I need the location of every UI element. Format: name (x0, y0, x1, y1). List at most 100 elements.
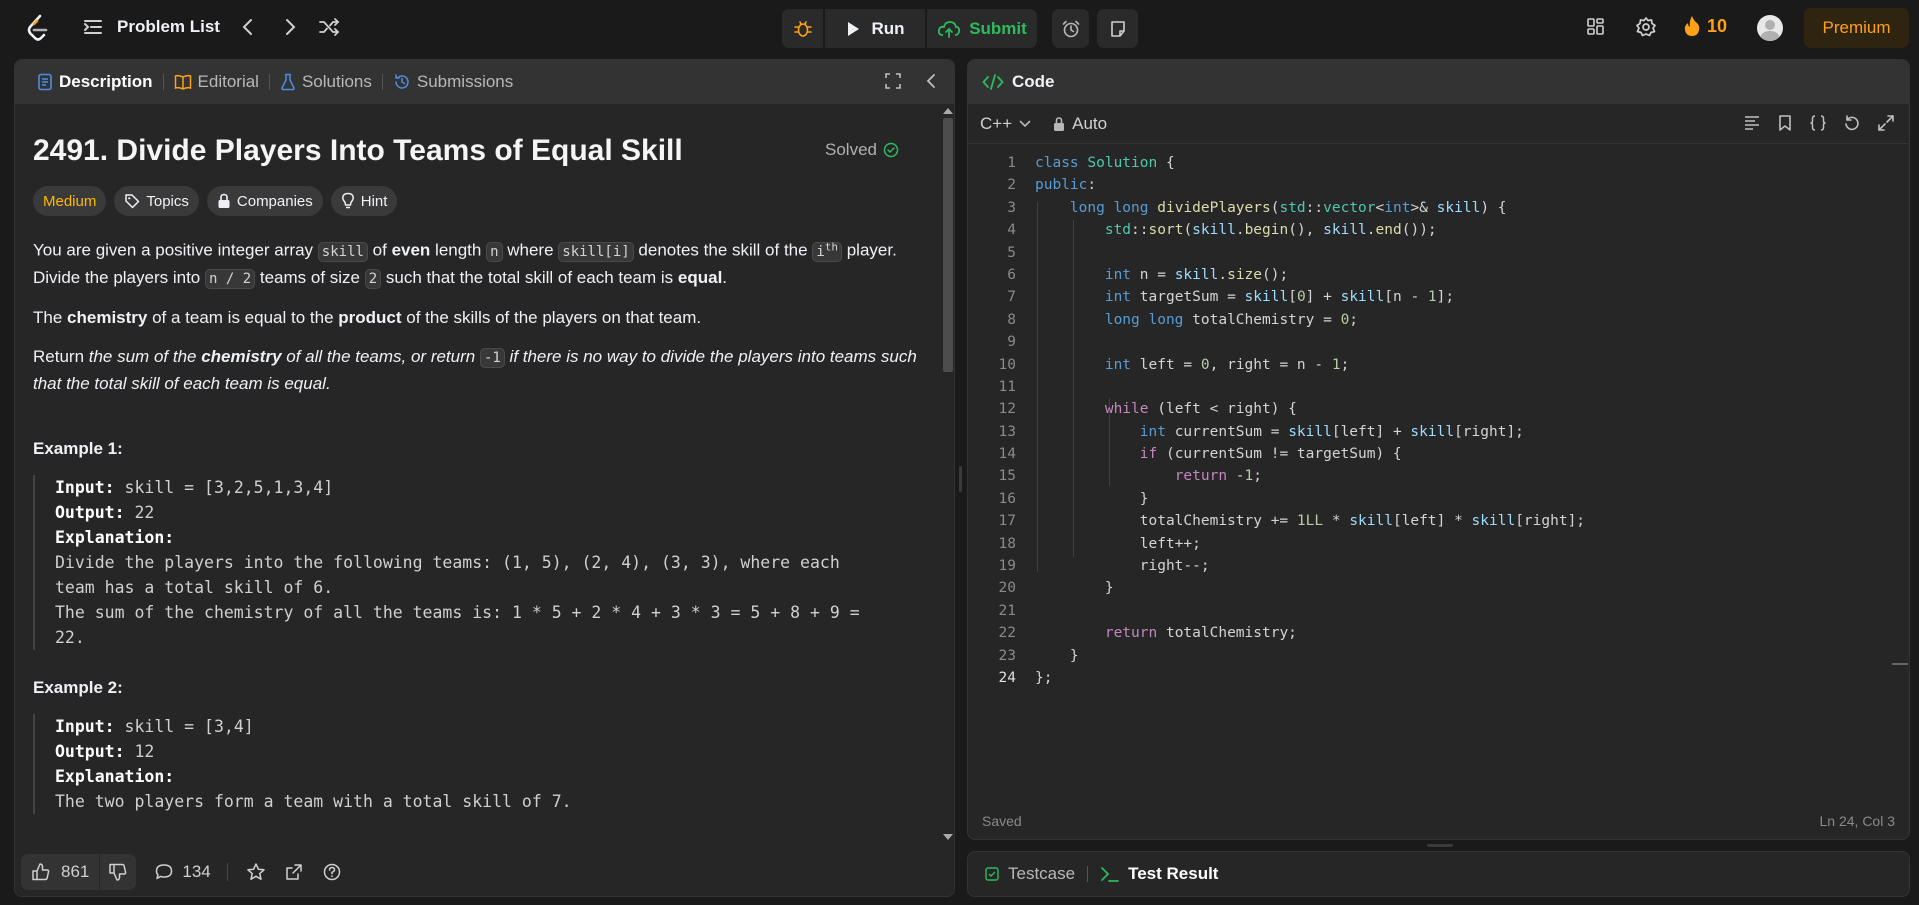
scroll-down-arrow[interactable] (943, 834, 953, 840)
tab-test-result-label: Test Result (1128, 864, 1219, 883)
run-button[interactable]: Run (825, 9, 925, 48)
tab-editorial-label: Editorial (197, 72, 259, 91)
collapse-icon[interactable] (924, 72, 938, 90)
inline-code: 2 (364, 268, 382, 289)
code-line: 3 long long dividePlayers(std::vector<in… (1007, 199, 1507, 216)
thumbs-down-icon (108, 862, 128, 882)
braces-icon[interactable] (1809, 114, 1827, 132)
description-scrollbar[interactable] (939, 106, 954, 846)
flame-icon (1683, 15, 1701, 37)
example-block: Input: skill = [3,2,5,1,3,4] Output: 22 … (33, 474, 921, 650)
example-heading: Example 2: (33, 677, 123, 697)
example-heading: Example 1: (33, 438, 123, 458)
format-lines-icon[interactable] (1743, 114, 1761, 132)
streak-counter[interactable]: 10 (1683, 15, 1727, 37)
code-line: 21 (998, 602, 1016, 619)
tab-description-label: Description (59, 72, 153, 91)
tab-divider (381, 74, 383, 90)
example-block: Input: skill = [3,4] Output: 12 Explanat… (33, 713, 921, 814)
auto-mode-toggle[interactable]: Auto (1052, 114, 1107, 134)
premium-button[interactable]: Premium (1804, 8, 1909, 48)
tag-icon (124, 193, 140, 209)
topics-label: Topics (146, 192, 189, 210)
hint-chip[interactable]: Hint (330, 186, 398, 216)
code-line: 15 return -1; (998, 468, 1263, 485)
code-line: 22 return totalChemistry; (998, 625, 1297, 642)
tab-testcase[interactable]: Testcase (984, 864, 1075, 884)
code-panel-title: Code (1012, 72, 1055, 91)
code-editor[interactable]: 1 class Solution { 2 public: 3 long long d… (968, 152, 1893, 772)
comment-count: 134 (182, 862, 211, 881)
submit-button[interactable]: Submit (927, 9, 1037, 48)
bookmark-icon[interactable] (1777, 114, 1793, 132)
layout-grid-icon[interactable] (1586, 17, 1606, 37)
scroll-position-marker (1892, 663, 1908, 665)
language-select[interactable]: C++ (980, 114, 1032, 134)
tab-submissions[interactable]: Submissions (387, 60, 519, 104)
dislike-button[interactable] (99, 854, 136, 890)
debug-button[interactable] (782, 9, 823, 48)
flask-icon (280, 73, 296, 91)
avatar[interactable] (1757, 15, 1783, 41)
next-problem-icon[interactable] (280, 16, 300, 38)
prev-problem-icon[interactable] (238, 16, 258, 38)
vote-group: 861 (21, 854, 137, 890)
code-line-current: 24}; (998, 669, 1053, 686)
tab-testcase-label: Testcase (1008, 864, 1076, 883)
tab-divider (1087, 866, 1089, 882)
code-line: 23 } (998, 647, 1079, 664)
share-button[interactable] (284, 862, 304, 882)
tab-solutions[interactable]: Solutions (274, 60, 378, 104)
share-icon (284, 862, 304, 882)
code-line: 11 (998, 378, 1016, 395)
tab-solutions-label: Solutions (301, 72, 372, 91)
code-line: 10 int left = 0, right = n - 1; (998, 356, 1350, 373)
problem-list-link[interactable]: Problem List (117, 17, 220, 37)
like-button[interactable]: 861 (21, 854, 99, 890)
tab-editorial[interactable]: Editorial (168, 60, 265, 104)
question-circle-icon (322, 862, 342, 882)
tab-submissions-label: Submissions (416, 72, 514, 91)
gear-icon[interactable] (1635, 16, 1657, 38)
fullscreen-icon[interactable] (884, 72, 902, 90)
timer-button[interactable] (1052, 9, 1089, 48)
console-panel: Testcase Test Result (967, 851, 1910, 897)
shuffle-icon[interactable] (318, 16, 340, 38)
companies-chip[interactable]: Companies (206, 186, 323, 216)
star-icon (246, 862, 266, 882)
code-line: 18 left++; (998, 535, 1201, 552)
inline-code: skill[i] (558, 241, 634, 262)
code-line: 5 (1007, 244, 1016, 261)
comment-icon (154, 862, 174, 882)
expand-icon[interactable] (1877, 114, 1895, 132)
note-icon (1108, 19, 1128, 39)
statement-paragraph: Return the sum of the chemistry of all t… (33, 346, 917, 393)
topics-chip[interactable]: Topics (114, 186, 199, 216)
problem-list-icon[interactable] (82, 16, 104, 38)
code-line: 1 class Solution { (1007, 155, 1175, 171)
code-line: 20 } (998, 580, 1114, 597)
bug-icon (793, 19, 813, 39)
comments-button[interactable]: 134 (154, 862, 211, 882)
code-line: 16 } (998, 490, 1149, 507)
favorite-button[interactable] (246, 862, 266, 882)
solved-label: Solved (825, 140, 877, 159)
reset-icon[interactable] (1843, 114, 1861, 132)
code-line: 8 long long totalChemistry = 0; (1007, 311, 1359, 328)
leetcode-logo-icon[interactable] (24, 14, 52, 42)
thumbs-up-icon (31, 862, 51, 882)
vertical-splitter[interactable] (959, 466, 962, 492)
horizontal-splitter[interactable] (1427, 844, 1453, 847)
tab-test-result[interactable]: Test Result (1100, 864, 1218, 884)
problem-title: 2491. Divide Players Into Teams of Equal… (33, 134, 683, 167)
lightbulb-icon (341, 192, 355, 210)
scroll-up-arrow[interactable] (943, 108, 953, 114)
scroll-thumb[interactable] (943, 118, 953, 372)
code-line: 2 public: (1007, 177, 1097, 194)
description-content: 2491. Divide Players Into Teams of Equal… (15, 104, 939, 844)
notes-button[interactable] (1097, 9, 1138, 48)
difficulty-badge: Medium (33, 186, 107, 216)
help-button[interactable] (322, 862, 342, 882)
tab-description[interactable]: Description (31, 60, 159, 104)
description-tabs: Description Editorial Solutions Submissi… (15, 60, 954, 104)
